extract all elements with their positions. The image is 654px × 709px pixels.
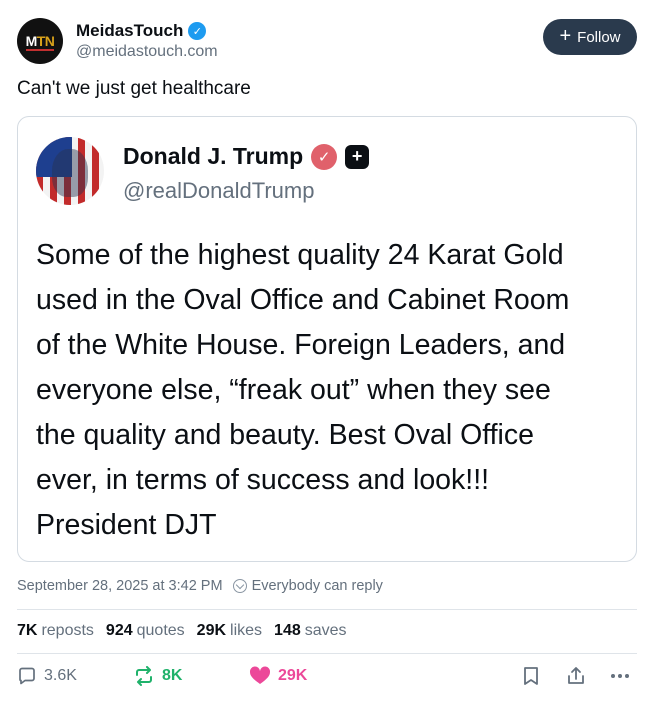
avatar-text-m: M xyxy=(25,33,38,49)
stat-label: likes xyxy=(230,622,263,639)
repost-count: 8K xyxy=(162,667,183,684)
portrait-silhouette xyxy=(52,149,88,197)
post-meta: September 28, 2025 at 3:42 PM Everybody … xyxy=(17,578,383,594)
repost-icon xyxy=(136,666,152,686)
stat-likes[interactable]: 29K likes xyxy=(197,622,262,640)
share-icon xyxy=(568,667,584,684)
author-name[interactable]: MeidasTouch xyxy=(76,21,183,41)
stat-label: quotes xyxy=(136,622,185,639)
reply-setting-icon xyxy=(232,579,247,593)
follow-label: Follow xyxy=(577,28,621,46)
plus-icon: + xyxy=(559,25,572,47)
reply-count: 3.6K xyxy=(44,667,77,684)
share-button[interactable] xyxy=(566,666,586,686)
post-text: Can't we just get healthcare xyxy=(17,78,251,99)
verified-check-icon: ✓ xyxy=(311,143,338,170)
author-avatar[interactable]: M TN xyxy=(17,18,63,64)
stat-quotes[interactable]: 924 quotes xyxy=(106,622,185,640)
more-options-button[interactable] xyxy=(609,666,631,686)
stat-count: 148 xyxy=(274,622,301,639)
quoted-author-handle[interactable]: @realDonaldTrump xyxy=(123,178,314,204)
reply-icon xyxy=(19,667,35,685)
stat-count: 924 xyxy=(105,622,133,639)
stat-saves[interactable]: 148 saves xyxy=(274,622,347,640)
stat-count: 7K xyxy=(17,622,38,639)
bookmark-button[interactable] xyxy=(522,666,540,686)
quoted-author-name[interactable]: Donald J. Trump xyxy=(123,143,303,170)
like-count: 29K xyxy=(278,667,308,684)
stat-reposts[interactable]: 7K reposts xyxy=(17,622,94,640)
verified-check-icon: ✓ xyxy=(188,22,207,40)
post-header: M TN MeidasTouch ✓ @meidastouch.com + Fol… xyxy=(17,17,637,65)
repost-button[interactable]: 8K xyxy=(133,666,182,686)
quoted-post[interactable]: Donald J. Trump ✓ + @realDonaldTrump Som… xyxy=(17,116,637,562)
plus-badge-icon: + xyxy=(345,144,370,169)
quoted-post-body: Some of the highest quality 24 Karat Gol… xyxy=(36,239,570,541)
bookmark-icon xyxy=(524,667,538,685)
author-name-row: MeidasTouch ✓ xyxy=(76,21,218,41)
avatar-text-tn: TN xyxy=(36,33,55,49)
like-button[interactable]: 29K xyxy=(249,666,307,686)
action-bar: 3.6K 8K 29K xyxy=(17,666,637,696)
divider xyxy=(17,653,637,654)
reply-setting: Everybody can reply xyxy=(251,578,383,594)
engagement-stats: 7K reposts 924 quotes 29K likes 148 saves xyxy=(17,622,359,640)
stat-count: 29K xyxy=(196,622,227,639)
quoted-name-row: Donald J. Trump ✓ + xyxy=(123,143,370,170)
quoted-author-avatar[interactable] xyxy=(36,137,104,205)
stat-label: saves xyxy=(304,622,347,639)
reply-button[interactable]: 3.6K xyxy=(17,666,77,686)
author-info: MeidasTouch ✓ @meidastouch.com xyxy=(76,21,218,61)
stat-label: reposts xyxy=(41,622,94,639)
heart-icon xyxy=(249,666,271,684)
divider xyxy=(17,609,637,610)
more-icon xyxy=(611,674,629,678)
follow-button[interactable]: + Follow xyxy=(543,19,637,55)
timestamp[interactable]: September 28, 2025 at 3:42 PM xyxy=(17,578,223,594)
author-handle[interactable]: @meidastouch.com xyxy=(76,43,218,61)
